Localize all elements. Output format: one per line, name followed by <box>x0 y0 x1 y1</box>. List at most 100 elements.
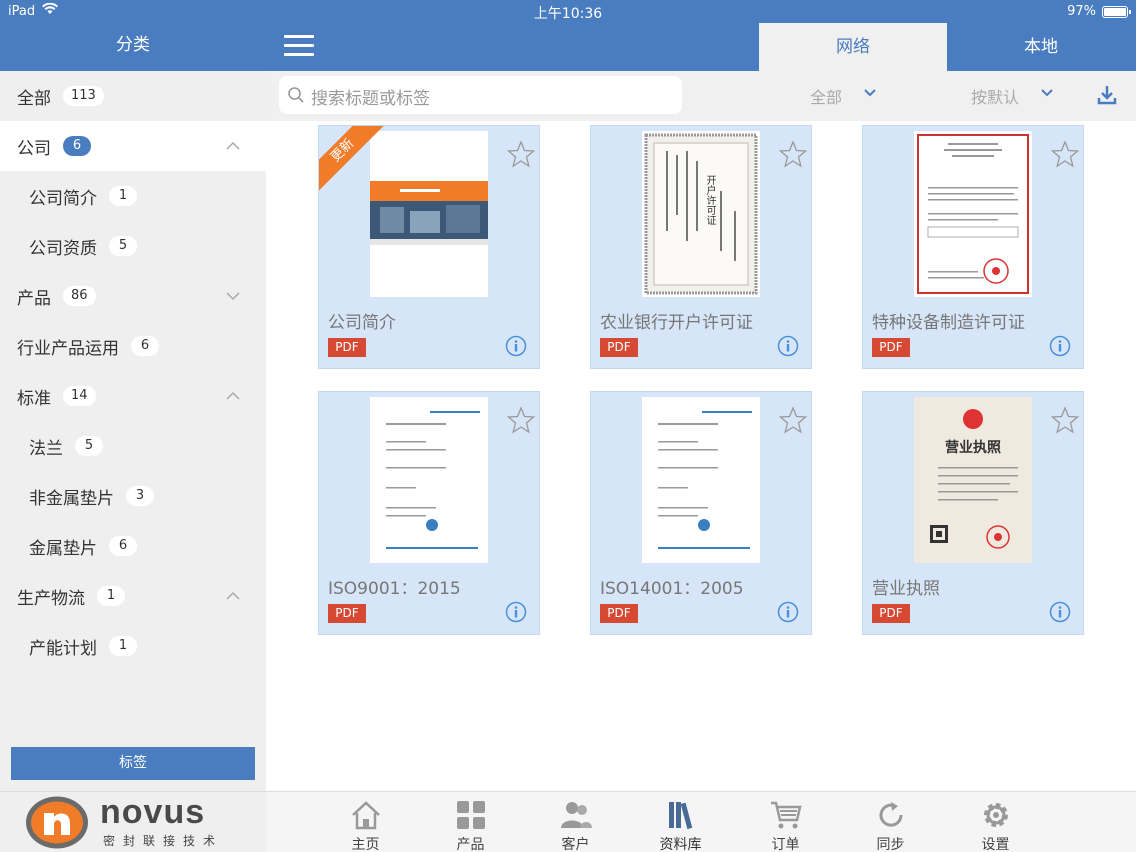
sidebar-item-standards[interactable]: 标准 14 <box>0 371 266 421</box>
sidebar-item-label: 非金属垫片 <box>29 488 114 509</box>
logo-tagline: 密封联接技术 <box>103 834 224 848</box>
category-sidebar: 全部 113 公司 6 公司简介 1 公司资质 5 产品 86 行业产品运用 6… <box>0 71 266 791</box>
count-badge: 14 <box>63 386 96 406</box>
nav-label: 主页 <box>351 837 380 852</box>
sidebar-item-industry-application[interactable]: 行业产品运用 6 <box>0 321 266 371</box>
sidebar-item-label: 公司 <box>17 138 51 159</box>
sidebar-item-label: 生产物流 <box>17 588 85 609</box>
document-thumbnail <box>914 131 1032 297</box>
star-icon[interactable] <box>507 140 535 168</box>
nav-products[interactable]: 产品 <box>418 792 523 852</box>
sidebar-item-products[interactable]: 产品 86 <box>0 271 266 321</box>
grid-icon <box>457 801 485 829</box>
count-badge: 5 <box>75 436 103 456</box>
sidebar-item-nonmetal-gasket[interactable]: 非金属垫片 3 <box>0 471 266 521</box>
count-badge: 113 <box>63 86 104 106</box>
nav-label: 同步 <box>876 837 905 852</box>
nav-home[interactable]: 主页 <box>313 792 418 852</box>
count-badge: 5 <box>109 236 137 256</box>
nav-settings[interactable]: 设置 <box>943 792 1048 852</box>
count-badge: 1 <box>97 586 125 606</box>
document-thumbnail: 开户许可证 <box>642 131 760 297</box>
chevron-up-icon <box>226 591 240 600</box>
customers-icon <box>561 802 592 828</box>
document-title: 公司简介 <box>328 313 396 333</box>
file-type-badge: PDF <box>328 604 366 623</box>
star-icon[interactable] <box>779 140 807 168</box>
menu-icon[interactable] <box>284 35 314 59</box>
search-placeholder: 搜索标题或标签 <box>311 89 430 109</box>
thumbnail-heading: 营业执照 <box>945 440 1001 456</box>
nav-label: 客户 <box>561 837 590 852</box>
star-icon[interactable] <box>1051 140 1079 168</box>
count-badge: 6 <box>63 136 91 156</box>
info-icon[interactable] <box>505 335 527 357</box>
sidebar-title: 分类 <box>116 35 150 55</box>
sort-filter[interactable]: 按默认 <box>971 84 1019 108</box>
info-icon[interactable] <box>505 601 527 623</box>
count-badge: 86 <box>63 286 96 306</box>
info-icon[interactable] <box>777 601 799 623</box>
header-bar: iPad 上午10:36 97% 分类 网络 本地 <box>0 0 1136 71</box>
sync-icon <box>879 802 903 827</box>
sidebar-item-capacity-plan[interactable]: 产能计划 1 <box>0 621 266 671</box>
document-title: 特种设备制造许可证 <box>872 313 1025 333</box>
nav-library[interactable]: 资料库 <box>628 792 733 852</box>
document-card[interactable]: 开户许可证 农业银行开户许可证 PDF <box>590 125 812 369</box>
sidebar-item-label: 行业产品运用 <box>17 338 119 359</box>
file-type-badge: PDF <box>872 604 910 623</box>
sidebar-item-company-qualification[interactable]: 公司资质 5 <box>0 221 266 271</box>
document-title: ISO9001：2015 <box>328 579 461 599</box>
tab-local[interactable]: 本地 <box>947 23 1135 71</box>
document-card[interactable]: 更新 公司简介 PDF <box>318 125 540 369</box>
count-badge: 3 <box>126 486 154 506</box>
nav-sync[interactable]: 同步 <box>838 792 943 852</box>
thumbnail-heading: 开户许可证 <box>704 175 715 225</box>
star-icon[interactable] <box>507 406 535 434</box>
document-title: 营业执照 <box>872 579 940 599</box>
status-bar: iPad 上午10:36 97% <box>0 0 1136 24</box>
library-icon <box>669 802 693 830</box>
sidebar-item-label: 公司资质 <box>29 238 97 259</box>
search-input[interactable]: 搜索标题或标签 <box>279 76 682 114</box>
file-type-badge: PDF <box>872 338 910 357</box>
document-card[interactable]: 营业执照 营业执照 PDF <box>862 391 1084 635</box>
count-badge: 6 <box>131 336 159 356</box>
chevron-up-icon <box>226 141 240 150</box>
sidebar-item-company-profile[interactable]: 公司简介 1 <box>0 171 266 221</box>
download-icon[interactable] <box>1096 84 1118 106</box>
count-badge: 1 <box>109 186 137 206</box>
file-type-badge: PDF <box>328 338 366 357</box>
document-title: 农业银行开户许可证 <box>600 313 753 333</box>
sidebar-item-logistics[interactable]: 生产物流 1 <box>0 571 266 621</box>
nav-label: 产品 <box>456 837 485 852</box>
gear-icon <box>984 803 1008 827</box>
star-icon[interactable] <box>1051 406 1079 434</box>
battery-icon <box>1102 6 1131 18</box>
info-icon[interactable] <box>1049 335 1071 357</box>
document-card[interactable]: ISO14001：2005 PDF <box>590 391 812 635</box>
document-card[interactable]: ISO9001：2015 PDF <box>318 391 540 635</box>
document-card[interactable]: 特种设备制造许可证 PDF <box>862 125 1084 369</box>
sidebar-item-metal-gasket[interactable]: 金属垫片 6 <box>0 521 266 571</box>
search-icon <box>288 87 304 103</box>
nav-customers[interactable]: 客户 <box>523 792 628 852</box>
info-icon[interactable] <box>777 335 799 357</box>
status-time: 上午10:36 <box>533 6 603 22</box>
chevron-down-icon[interactable] <box>863 88 877 98</box>
tag-button[interactable]: 标签 <box>11 747 255 780</box>
sidebar-item-flange[interactable]: 法兰 5 <box>0 421 266 471</box>
sidebar-item-company[interactable]: 公司 6 <box>0 121 266 171</box>
info-icon[interactable] <box>1049 601 1071 623</box>
star-icon[interactable] <box>779 406 807 434</box>
chevron-down-icon[interactable] <box>1040 88 1054 98</box>
sidebar-item-all[interactable]: 全部 113 <box>0 71 266 121</box>
nav-orders[interactable]: 订单 <box>733 792 838 852</box>
nav-label: 设置 <box>981 837 1010 852</box>
home-icon <box>352 801 380 830</box>
count-badge: 1 <box>109 636 137 656</box>
sidebar-item-label: 标准 <box>17 388 51 409</box>
file-type-badge: PDF <box>600 604 638 623</box>
category-filter[interactable]: 全部 <box>810 84 842 108</box>
tab-network[interactable]: 网络 <box>759 23 947 71</box>
